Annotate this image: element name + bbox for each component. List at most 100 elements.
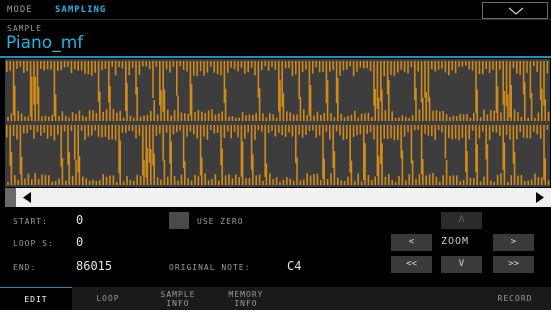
end-value[interactable]: 86015 — [76, 259, 112, 273]
use-zero-checkbox[interactable] — [169, 212, 189, 229]
waveform-peak — [163, 159, 166, 185]
waveform-peak — [248, 114, 251, 121]
waveform-peak — [145, 61, 147, 67]
use-zero-label: USE ZERO — [197, 217, 244, 226]
waveform-peak — [138, 125, 141, 136]
waveform-peak — [206, 61, 209, 73]
sample-name[interactable]: Piano_mf — [6, 33, 83, 53]
loop-start-value[interactable]: 0 — [76, 235, 83, 249]
waveform-peak — [194, 174, 196, 185]
waveform-peak — [347, 115, 349, 121]
waveform-peak — [461, 61, 464, 67]
waveform-peak — [41, 116, 43, 121]
waveform-peak — [74, 61, 76, 70]
waveform-peak — [454, 61, 457, 74]
waveform-peak — [77, 61, 79, 71]
waveform-peak — [435, 176, 438, 185]
waveform-peak — [415, 88, 417, 121]
waveform-peak — [48, 116, 50, 121]
waveform-peak — [122, 117, 125, 121]
waveform-peak — [405, 116, 407, 121]
waveform-peak — [337, 177, 339, 185]
waveform-peak — [444, 61, 447, 73]
waveform-peak — [539, 125, 542, 139]
waveform-peak — [418, 109, 421, 121]
waveform-peak — [386, 125, 389, 139]
waveform-peak — [377, 97, 380, 121]
zoom-up-button[interactable]: Λ — [441, 212, 482, 229]
waveform-peak — [190, 84, 193, 121]
waveform-peak — [288, 125, 290, 133]
zoom-fast-right-button[interactable]: >> — [493, 256, 534, 273]
horizontal-scrollbar[interactable] — [5, 188, 551, 207]
waveform-peak — [275, 117, 278, 121]
waveform-peak — [451, 125, 453, 140]
waveform-peak — [541, 177, 543, 185]
waveform-peak — [383, 125, 385, 139]
waveform-peak — [490, 180, 492, 185]
waveform-peak — [255, 175, 257, 185]
waveform-peak — [335, 125, 338, 132]
waveform-peak — [482, 125, 484, 132]
waveform-peak — [221, 111, 223, 121]
waveform-peak — [516, 125, 518, 140]
tab-memory-info[interactable]: MEMORY INFO — [212, 287, 280, 310]
tab-edit[interactable]: EDIT — [0, 287, 72, 310]
waveform-peak — [359, 125, 362, 135]
waveform-peak — [279, 79, 281, 121]
start-value[interactable]: 0 — [76, 213, 83, 227]
waveform-peak — [306, 173, 308, 185]
waveform-peak — [533, 125, 535, 132]
waveform-peak — [452, 175, 455, 185]
waveform-peak — [517, 112, 519, 121]
waveform-peak — [500, 112, 502, 121]
zoom-down-button[interactable]: V — [441, 256, 482, 273]
waveform-peak — [112, 109, 115, 121]
waveform-peak — [61, 157, 64, 185]
waveform-peak — [247, 125, 249, 133]
waveform-peak — [170, 115, 172, 121]
waveform-peak — [367, 174, 370, 185]
tab-sample-info[interactable]: SAMPLE INFO — [144, 287, 212, 310]
tab-loop[interactable]: LOOP — [72, 287, 144, 310]
zoom-fast-left-button[interactable]: << — [391, 256, 432, 273]
original-note-value[interactable]: C4 — [287, 259, 301, 273]
scroll-thumb[interactable] — [39, 188, 529, 207]
waveform-peak — [7, 181, 9, 185]
waveform-peak — [466, 113, 468, 121]
waveform-peak — [101, 61, 103, 71]
waveform-peak — [397, 125, 399, 140]
waveform-peak — [295, 61, 297, 75]
waveform-peak — [313, 174, 315, 185]
waveform-peak — [459, 181, 461, 185]
scroll-left-button[interactable] — [16, 188, 39, 207]
waveform-peak — [119, 140, 121, 185]
zoom-right-button[interactable]: > — [493, 234, 534, 251]
waveform-display[interactable] — [5, 59, 551, 187]
mode-dropdown-button[interactable] — [482, 2, 548, 19]
waveform-peak — [95, 180, 98, 185]
waveform-peak — [101, 125, 103, 138]
waveform-peak — [411, 115, 414, 121]
waveform-peak — [367, 112, 370, 121]
waveform-peak — [507, 181, 509, 185]
waveform-peak — [350, 114, 353, 121]
waveform-peak — [431, 125, 433, 137]
scroll-right-button[interactable] — [529, 188, 551, 207]
waveform-peak — [486, 114, 489, 121]
tab-record[interactable]: RECORD — [479, 287, 551, 310]
waveform-peak — [187, 178, 189, 185]
waveform-peak — [267, 125, 270, 133]
waveform-peak — [303, 179, 305, 185]
mode-value[interactable]: SAMPLING — [55, 5, 106, 15]
zoom-left-button[interactable]: < — [391, 234, 432, 251]
waveform-peak — [182, 61, 185, 70]
waveform-peak — [211, 178, 213, 185]
waveform-peak — [537, 112, 540, 121]
waveform-peak — [428, 97, 431, 121]
waveform-peak — [343, 181, 346, 185]
waveform-peak — [427, 61, 430, 102]
waveform-peak — [230, 61, 232, 68]
waveform-peak — [537, 177, 540, 185]
waveform-peak — [131, 125, 134, 132]
